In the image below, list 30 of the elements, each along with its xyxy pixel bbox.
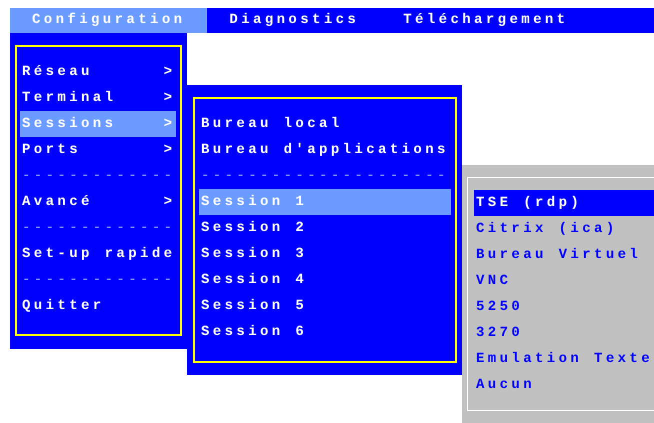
chevron-icon: > xyxy=(164,114,172,134)
menu-item[interactable]: TSE (rdp) xyxy=(474,190,654,216)
menu-separator: ------------- xyxy=(21,219,176,238)
menu-item[interactable]: Session 5 xyxy=(199,293,451,319)
menu-item[interactable]: Bureau Virtuel xyxy=(474,242,654,268)
menu-item[interactable]: 3270 xyxy=(474,320,654,346)
menu-separator: ------------- xyxy=(21,271,176,290)
menu-item[interactable]: Réseau > xyxy=(20,59,176,85)
menu-item[interactable]: Citrix (ica) xyxy=(474,216,654,242)
menu-item[interactable]: Session 4 xyxy=(199,267,451,293)
menu-item[interactable]: Set-up rapide xyxy=(20,241,176,267)
menu-item[interactable]: Bureau d'applications xyxy=(199,137,451,163)
menu-item[interactable]: 5250 xyxy=(474,294,654,320)
menu-item[interactable]: Terminal > xyxy=(20,85,176,111)
chevron-icon: > xyxy=(164,62,172,82)
menu-item[interactable]: VNC xyxy=(474,268,654,294)
chevron-icon: > xyxy=(164,192,172,212)
menu-item[interactable]: Bureau local xyxy=(199,111,451,137)
chevron-icon: > xyxy=(164,140,172,160)
menu-item[interactable]: Avancé > xyxy=(20,189,176,215)
menu-item[interactable]: Aucun xyxy=(474,372,654,398)
menu-separator: --------------------- xyxy=(200,167,450,186)
menu-separator: ------------- xyxy=(21,167,176,186)
menu-item[interactable]: Session 3 xyxy=(199,241,451,267)
menu-item[interactable]: Ports > xyxy=(20,137,176,163)
menu-item[interactable]: Session 2 xyxy=(199,215,451,241)
menu-item[interactable]: Quitter xyxy=(20,293,176,319)
menu-item[interactable]: Emulation Texte xyxy=(474,346,654,372)
menu-item[interactable]: Session 6 xyxy=(199,319,451,345)
chevron-icon: > xyxy=(164,88,172,108)
